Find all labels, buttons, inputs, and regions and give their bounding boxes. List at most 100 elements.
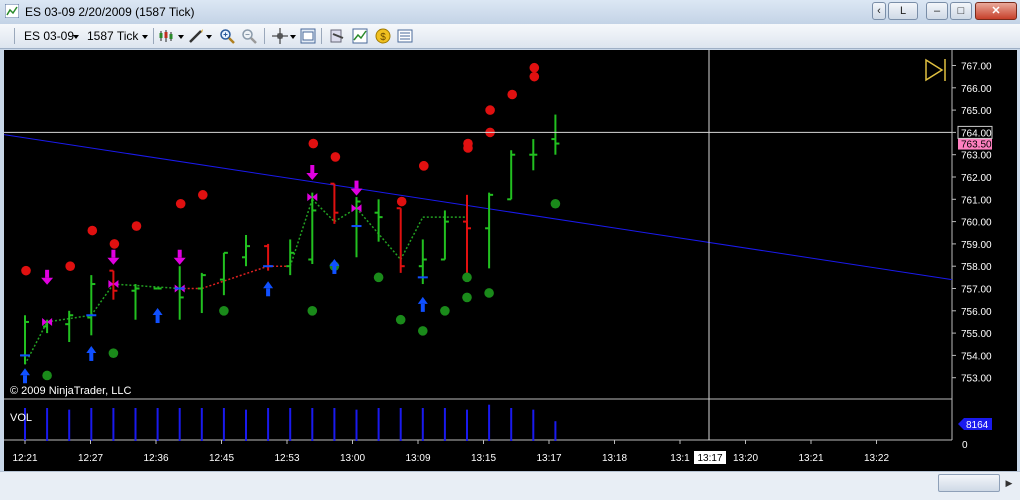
ohlc-bar [396, 207, 405, 273]
ohlc-bars [21, 114, 560, 365]
last-price-badge: 763.50 [958, 137, 992, 151]
short-signal-arrow [41, 269, 54, 285]
strategies-icon[interactable] [329, 28, 345, 44]
lower-dot [418, 326, 428, 336]
toolbar-grip [14, 28, 15, 44]
long-signal-arrow [20, 368, 30, 384]
ohlc-bar [131, 284, 140, 320]
ohlc-bar [87, 275, 96, 336]
arrow-shaft [23, 375, 27, 384]
lower-dot [484, 288, 494, 298]
arrow-shaft [266, 288, 271, 297]
price-tick-label: 755.00 [961, 329, 992, 340]
time-tick-label: 13:22 [864, 453, 889, 464]
interval-selector[interactable]: 1587 Tick [87, 29, 138, 43]
price-tick-label: 762.00 [961, 173, 992, 184]
time-tick-label: 12:36 [143, 453, 168, 464]
zoom-in-icon[interactable] [219, 28, 235, 44]
price-tick-label: 757.00 [961, 285, 992, 296]
arrow-head [86, 345, 97, 353]
drawing-tools-dropdown-icon[interactable] [206, 35, 212, 39]
arrow-shaft [111, 249, 116, 258]
bar-style-icon[interactable] [158, 28, 174, 44]
upper-dot [529, 62, 540, 73]
signal-path-segment [24, 321, 48, 365]
scroll-left-button[interactable]: ‹ [872, 2, 886, 20]
arrow-head [263, 281, 274, 289]
close-button[interactable]: ✕ [975, 2, 1017, 20]
ohlc-bar [330, 182, 339, 224]
arrow-shaft [89, 352, 94, 361]
scroll-right-icon[interactable]: ▶ [1002, 476, 1016, 490]
crosshair-time-text: 13:17 [697, 453, 722, 464]
lower-dot [42, 370, 52, 381]
volume-bars: 8164 0 [24, 404, 992, 451]
time-axis: 12:21 12:27 12:36 12:45 12:53 13:00 13:09 13:15… [12, 440, 889, 464]
zoom-out-icon[interactable] [241, 28, 257, 44]
price-tick-label: 758.00 [961, 262, 992, 273]
price-axis: 767.00 766.00 765.00 764.00 763.00 762.00 761.… [952, 62, 992, 385]
upper-dot [463, 138, 473, 149]
upper-dot [330, 152, 341, 162]
price-tick-label: 766.00 [961, 84, 992, 95]
ohlc-bar [197, 272, 206, 314]
upper-dot [419, 161, 429, 171]
upper-dot [308, 138, 319, 149]
volume-badge-text: 8164 [966, 420, 989, 431]
lower-dot [307, 306, 318, 316]
volume-value-badge: 8164 [958, 418, 992, 431]
link-button[interactable]: L [888, 2, 918, 20]
time-tick-label: 12:27 [78, 453, 103, 464]
ohlc-bar [21, 315, 29, 365]
bar-style-dropdown-icon[interactable] [178, 35, 184, 39]
signal-path-segment [400, 216, 424, 260]
maximize-button[interactable]: □ [950, 2, 972, 20]
crosshair-icon[interactable] [272, 28, 288, 44]
scroll-to-end-icon[interactable] [925, 58, 946, 82]
chart-toolbar: ES 03-09 1587 Tick $ [0, 24, 1020, 49]
interval-dropdown-icon[interactable] [142, 35, 148, 39]
upper-dot [485, 105, 495, 115]
arrow-shaft [45, 269, 50, 278]
instrument-selector[interactable]: ES 03-09 [24, 29, 74, 43]
price-chart[interactable]: 8164 0 767.00 766.00 765.00 764.00 763.00 762.… [3, 50, 1017, 471]
horizontal-scroll-thumb[interactable] [938, 474, 1000, 492]
time-tick-label: 12:53 [274, 453, 299, 464]
crosshair: 763.50764.00 13:17 [4, 50, 993, 464]
time-tick-label: 13:17 [536, 453, 561, 464]
drawing-tools-icon[interactable] [188, 28, 204, 44]
time-tick-label: 13:00 [340, 453, 365, 464]
indicators-icon[interactable] [352, 28, 368, 44]
signal-path-segment [201, 265, 269, 290]
arrow-head [107, 257, 120, 265]
chart-panel[interactable]: 8164 0 767.00 766.00 765.00 764.00 763.00 762.… [3, 50, 1017, 471]
window-title: ES 03-09 2/20/2009 (1587 Tick) [25, 5, 195, 19]
svg-text:$: $ [380, 32, 386, 43]
lower-dot [440, 306, 450, 316]
short-signal-arrow [173, 249, 186, 265]
bottom-scrollbar-area [0, 471, 1020, 500]
ohlc-bar [485, 192, 494, 269]
volume-label: VOL [10, 412, 32, 424]
price-tick-label: 760.00 [961, 218, 992, 229]
properties-icon[interactable] [300, 28, 316, 44]
chart-app-icon [5, 4, 19, 18]
arrow-head [173, 257, 186, 265]
crosshair-price-badge: 764.00 [957, 125, 993, 139]
time-tick-label: 13:15 [471, 453, 496, 464]
time-tick-label: 13:1 [670, 453, 690, 464]
trend-line-segment [3, 134, 953, 281]
time-tick-label: 13:21 [798, 453, 823, 464]
price-tick-label: 765.00 [961, 106, 992, 117]
arrow-head [41, 277, 54, 285]
minimize-button[interactable]: – [926, 2, 948, 20]
data-box-icon[interactable] [397, 28, 413, 44]
crosshair-dropdown-icon[interactable] [290, 35, 296, 39]
arrow-shaft [354, 180, 359, 189]
upper-dot [21, 265, 31, 276]
instrument-dropdown-icon[interactable] [73, 35, 79, 39]
money-icon[interactable]: $ [375, 28, 391, 44]
arrow-shaft [177, 249, 182, 258]
upper-dot [198, 190, 208, 200]
upper-dot [131, 221, 142, 231]
